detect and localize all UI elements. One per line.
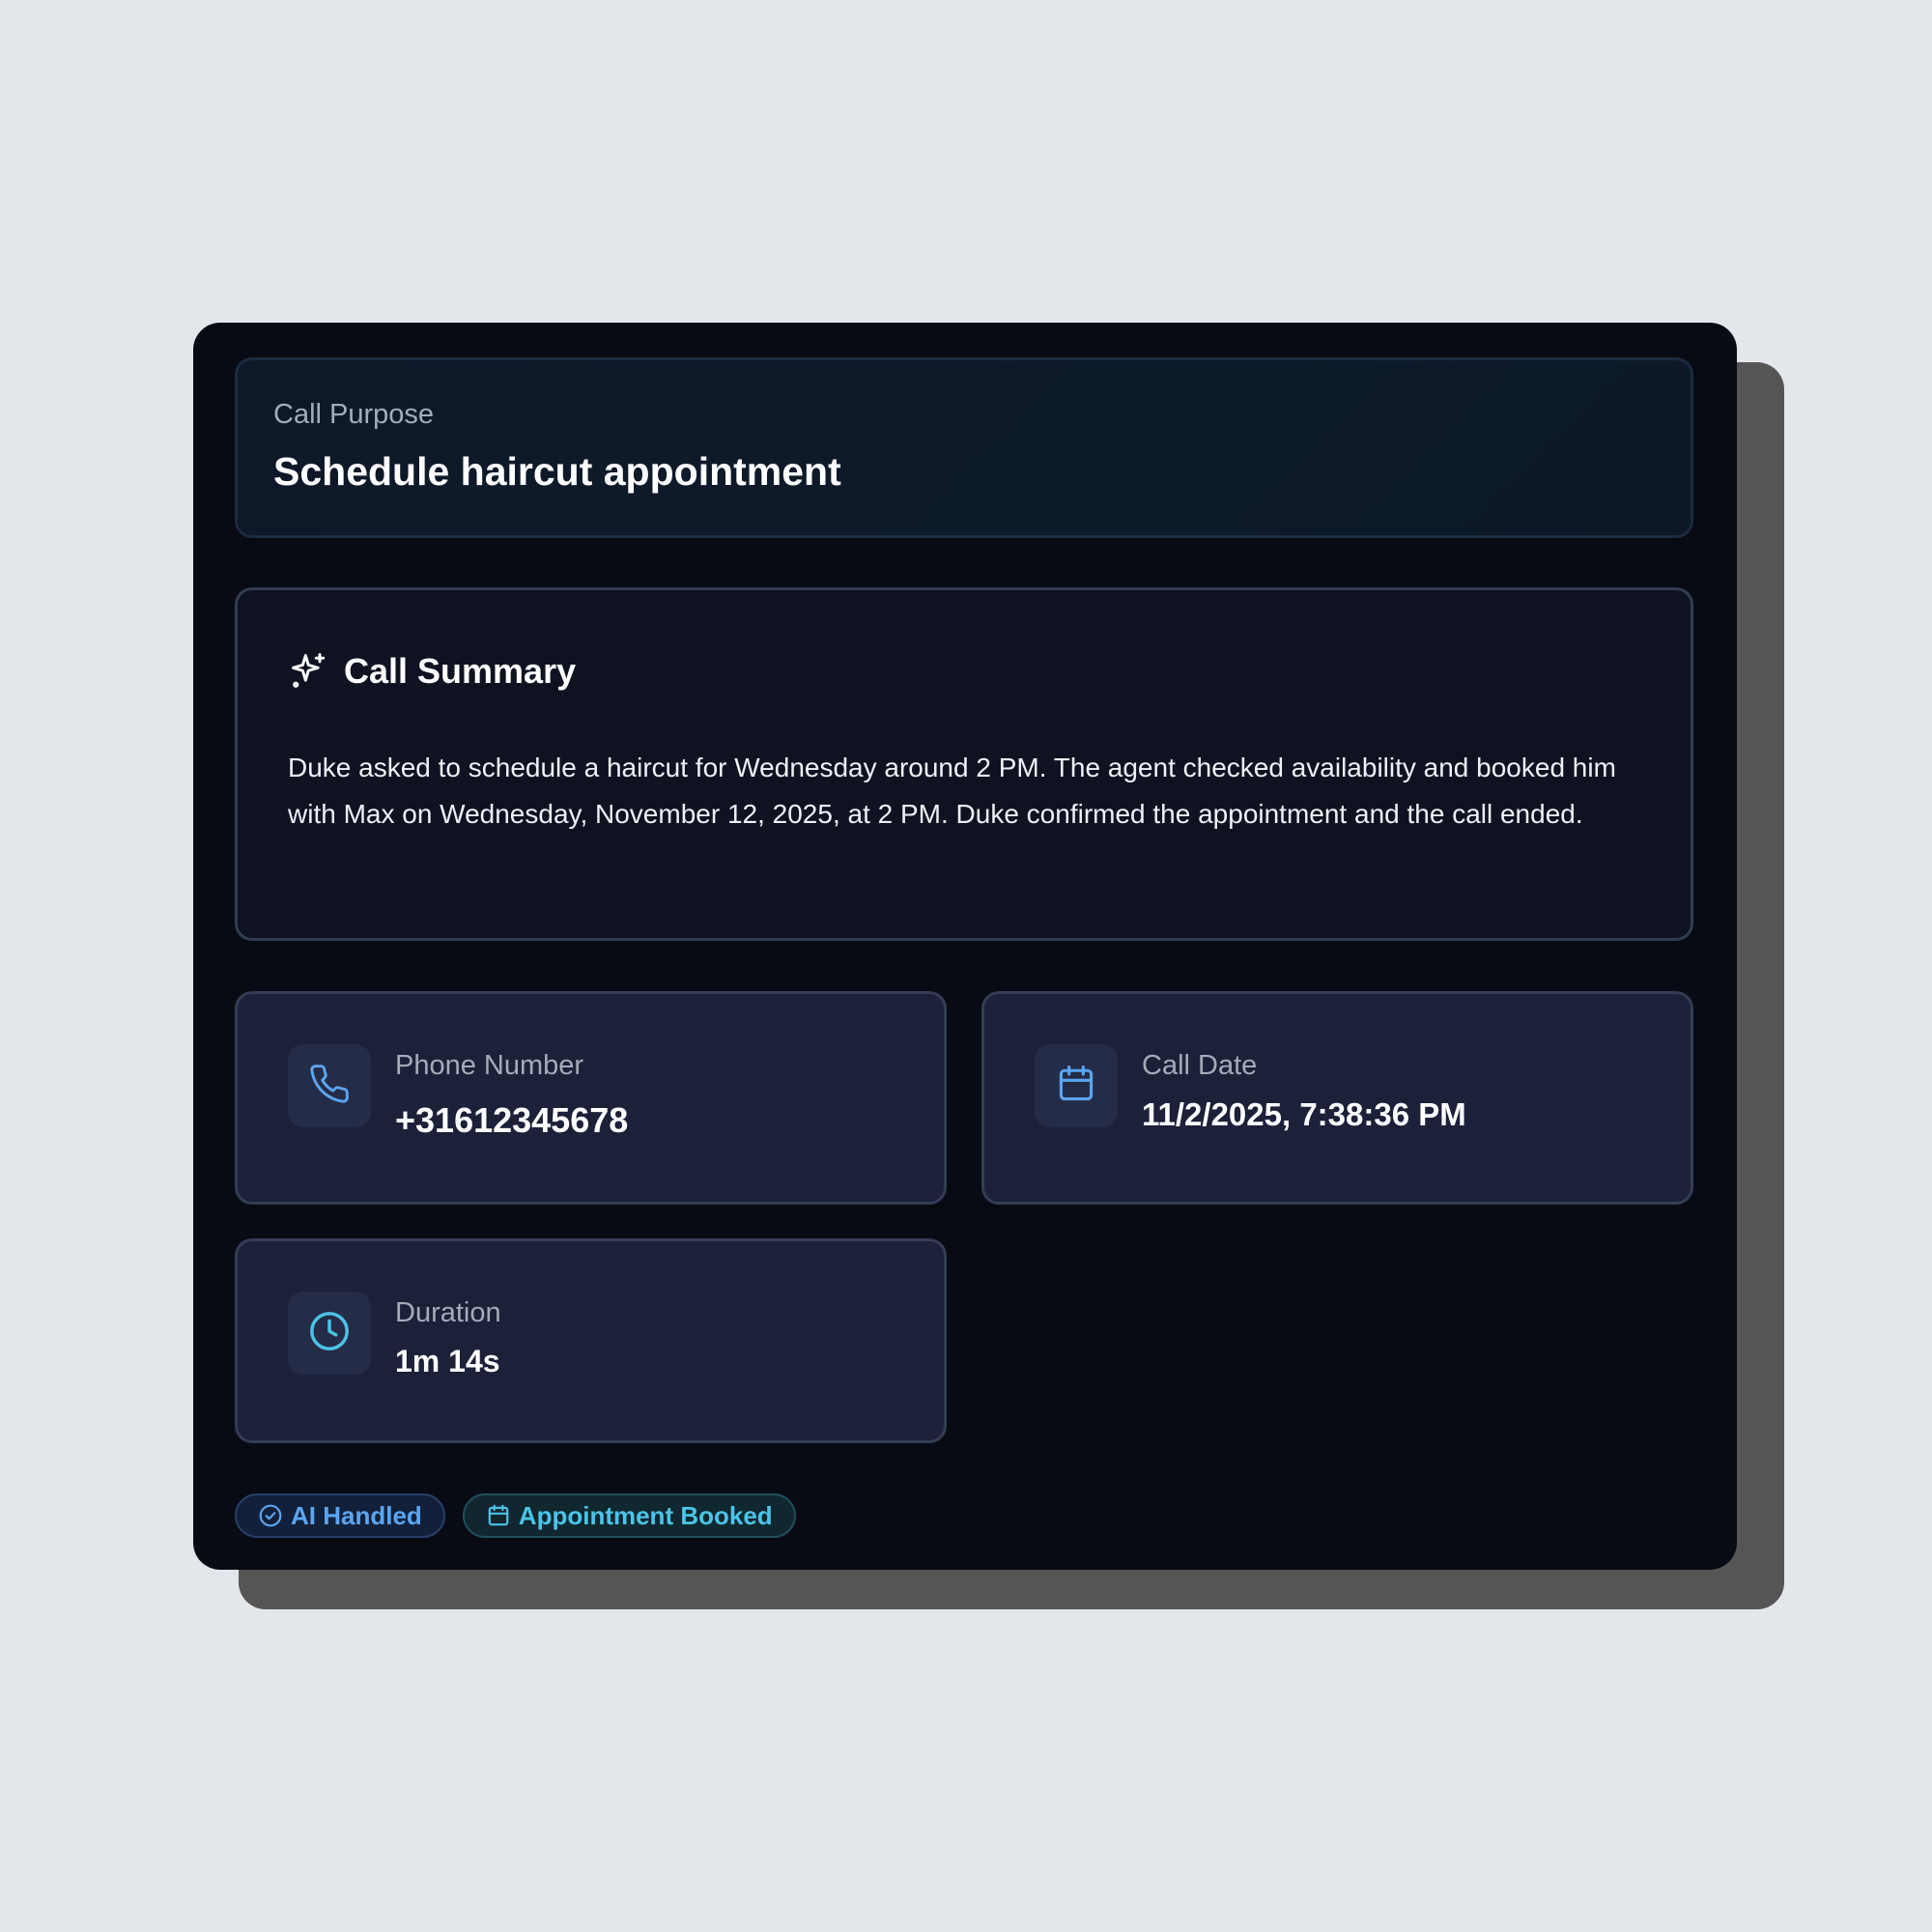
ai-handled-badge: AI Handled xyxy=(235,1493,445,1538)
calendar-icon xyxy=(1055,1063,1097,1110)
call-date-tile: Call Date 11/2/2025, 7:38:36 PM xyxy=(981,991,1693,1205)
calendar-icon-box xyxy=(1035,1044,1118,1127)
ai-handled-label: AI Handled xyxy=(291,1500,422,1530)
call-summary-text: Duke asked to schedule a haircut for Wed… xyxy=(288,753,1616,829)
call-purpose-label: Call Purpose xyxy=(273,399,435,430)
call-purpose-panel: Call Purpose Schedule haircut appointmen… xyxy=(235,357,1693,538)
phone-icon xyxy=(308,1063,351,1110)
call-summary-header: Call Summary xyxy=(288,648,576,695)
phone-number-tile: Phone Number +31612345678 xyxy=(235,991,947,1205)
duration-tile: Duration 1m 14s xyxy=(235,1238,947,1443)
status-badges: AI Handled Appointment Booked xyxy=(235,1493,796,1538)
call-purpose-title: Schedule haircut appointment xyxy=(273,449,841,494)
call-summary-title: Call Summary xyxy=(344,651,577,691)
call-detail-card: Call Purpose Schedule haircut appointmen… xyxy=(193,323,1737,1570)
check-circle-icon xyxy=(258,1503,283,1528)
appointment-booked-badge: Appointment Booked xyxy=(462,1493,796,1538)
calendar-icon xyxy=(486,1503,511,1528)
call-summary-panel: Call Summary Duke asked to schedule a ha… xyxy=(235,587,1693,941)
appointment-booked-label: Appointment Booked xyxy=(518,1500,773,1530)
sparkles-icon xyxy=(288,650,330,693)
clock-icon-box xyxy=(288,1292,371,1375)
call-date-label: Call Date xyxy=(1142,1050,1258,1081)
clock-icon xyxy=(307,1309,352,1358)
duration-value: 1m 14s xyxy=(395,1344,500,1378)
phone-icon-box xyxy=(288,1044,371,1127)
phone-number-value: +31612345678 xyxy=(395,1100,629,1140)
phone-number-label: Phone Number xyxy=(395,1050,584,1081)
duration-label: Duration xyxy=(395,1297,501,1328)
call-date-value: 11/2/2025, 7:38:36 PM xyxy=(1142,1096,1466,1132)
page: Call Purpose Schedule haircut appointmen… xyxy=(0,0,1932,1932)
